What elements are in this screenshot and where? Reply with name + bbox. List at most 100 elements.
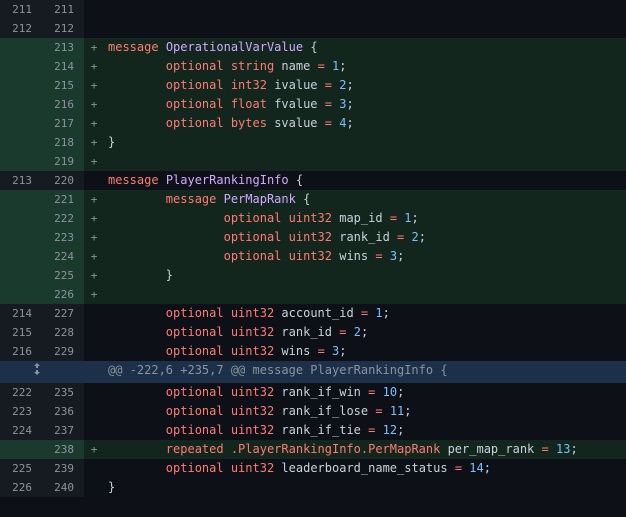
new-line-number[interactable]: 239 bbox=[42, 459, 84, 478]
old-line-number[interactable] bbox=[0, 247, 42, 266]
code-content[interactable]: optional uint32 account_id = 1; bbox=[104, 304, 626, 323]
new-line-number[interactable]: 213 bbox=[42, 38, 84, 57]
old-line-number[interactable]: 211 bbox=[0, 0, 42, 19]
new-line-number[interactable]: 212 bbox=[42, 19, 84, 38]
new-line-number[interactable]: 228 bbox=[42, 323, 84, 342]
code-content[interactable] bbox=[104, 0, 626, 19]
code-content[interactable]: } bbox=[104, 266, 626, 285]
code-content[interactable]: } bbox=[104, 133, 626, 152]
code-content[interactable]: } bbox=[104, 478, 626, 497]
old-line-number[interactable]: 212 bbox=[0, 19, 42, 38]
diff-line[interactable]: 238+ repeated .PlayerRankingInfo.PerMapR… bbox=[0, 440, 626, 459]
old-line-number[interactable]: 214 bbox=[0, 304, 42, 323]
diff-line[interactable]: 223236 optional uint32 rank_if_lose = 11… bbox=[0, 402, 626, 421]
old-line-number[interactable]: 215 bbox=[0, 323, 42, 342]
diff-line[interactable]: 222235 optional uint32 rank_if_win = 10; bbox=[0, 383, 626, 402]
code-content[interactable]: optional uint32 rank_id = 2; bbox=[104, 323, 626, 342]
code-content[interactable]: optional uint32 rank_if_tie = 12; bbox=[104, 421, 626, 440]
diff-line[interactable]: 212212 bbox=[0, 19, 626, 38]
old-line-number[interactable] bbox=[0, 440, 42, 459]
new-line-number[interactable]: 226 bbox=[42, 285, 84, 304]
diff-line[interactable]: 216+ optional float fvalue = 3; bbox=[0, 95, 626, 114]
new-line-number[interactable]: 224 bbox=[42, 247, 84, 266]
diff-line[interactable]: @@ -222,6 +235,7 @@ message PlayerRankin… bbox=[0, 361, 626, 383]
code-content[interactable]: optional float fvalue = 3; bbox=[104, 95, 626, 114]
old-line-number[interactable] bbox=[0, 76, 42, 95]
code-content[interactable]: message OperationalVarValue { bbox=[104, 38, 626, 57]
code-content[interactable] bbox=[104, 152, 626, 171]
diff-line[interactable]: 221+ message PerMapRank { bbox=[0, 190, 626, 209]
new-line-number[interactable]: 227 bbox=[42, 304, 84, 323]
diff-line[interactable]: 215228 optional uint32 rank_id = 2; bbox=[0, 323, 626, 342]
diff-line[interactable]: 213220 message PlayerRankingInfo { bbox=[0, 171, 626, 190]
code-content[interactable]: optional uint32 rank_if_win = 10; bbox=[104, 383, 626, 402]
new-line-number[interactable]: 214 bbox=[42, 57, 84, 76]
diff-line[interactable]: 225+ } bbox=[0, 266, 626, 285]
diff-line[interactable]: 226240} bbox=[0, 478, 626, 497]
new-line-number[interactable]: 211 bbox=[42, 0, 84, 19]
diff-line[interactable]: 223+ optional uint32 rank_id = 2; bbox=[0, 228, 626, 247]
code-content[interactable]: optional uint32 leaderboard_name_status … bbox=[104, 459, 626, 478]
old-line-number[interactable]: 225 bbox=[0, 459, 42, 478]
code-content[interactable]: optional string name = 1; bbox=[104, 57, 626, 76]
new-line-number[interactable]: 216 bbox=[42, 95, 84, 114]
code-content[interactable]: optional bytes svalue = 4; bbox=[104, 114, 626, 133]
diff-line[interactable]: 222+ optional uint32 map_id = 1; bbox=[0, 209, 626, 228]
new-line-number[interactable]: 240 bbox=[42, 478, 84, 497]
diff-line[interactable]: 216229 optional uint32 wins = 3; bbox=[0, 342, 626, 361]
old-line-number[interactable] bbox=[0, 209, 42, 228]
diff-line[interactable]: 214227 optional uint32 account_id = 1; bbox=[0, 304, 626, 323]
diff-line[interactable]: 225239 optional uint32 leaderboard_name_… bbox=[0, 459, 626, 478]
code-content[interactable]: optional uint32 map_id = 1; bbox=[104, 209, 626, 228]
old-line-number[interactable] bbox=[0, 285, 42, 304]
expand-hunk-button[interactable] bbox=[0, 361, 84, 383]
old-line-number[interactable] bbox=[0, 266, 42, 285]
old-line-number[interactable]: 224 bbox=[0, 421, 42, 440]
new-line-number[interactable]: 220 bbox=[42, 171, 84, 190]
diff-line[interactable]: 224237 optional uint32 rank_if_tie = 12; bbox=[0, 421, 626, 440]
new-line-number[interactable]: 215 bbox=[42, 76, 84, 95]
new-line-number[interactable]: 235 bbox=[42, 383, 84, 402]
new-line-number[interactable]: 223 bbox=[42, 228, 84, 247]
new-line-number[interactable]: 225 bbox=[42, 266, 84, 285]
diff-line[interactable]: 214+ optional string name = 1; bbox=[0, 57, 626, 76]
code-content[interactable]: message PlayerRankingInfo { bbox=[104, 171, 626, 190]
code-content[interactable]: message PerMapRank { bbox=[104, 190, 626, 209]
diff-line[interactable]: 224+ optional uint32 wins = 3; bbox=[0, 247, 626, 266]
code-content[interactable]: repeated .PlayerRankingInfo.PerMapRank p… bbox=[104, 440, 626, 459]
old-line-number[interactable] bbox=[0, 152, 42, 171]
old-line-number[interactable]: 222 bbox=[0, 383, 42, 402]
old-line-number[interactable] bbox=[0, 228, 42, 247]
diff-line[interactable]: 217+ optional bytes svalue = 4; bbox=[0, 114, 626, 133]
old-line-number[interactable] bbox=[0, 95, 42, 114]
diff-line[interactable]: 218+} bbox=[0, 133, 626, 152]
old-line-number[interactable]: 216 bbox=[0, 342, 42, 361]
code-content[interactable]: optional uint32 rank_id = 2; bbox=[104, 228, 626, 247]
new-line-number[interactable]: 237 bbox=[42, 421, 84, 440]
old-line-number[interactable] bbox=[0, 57, 42, 76]
diff-line[interactable]: 213+message OperationalVarValue { bbox=[0, 38, 626, 57]
new-line-number[interactable]: 219 bbox=[42, 152, 84, 171]
new-line-number[interactable]: 217 bbox=[42, 114, 84, 133]
diff-line[interactable]: 215+ optional int32 ivalue = 2; bbox=[0, 76, 626, 95]
code-content[interactable]: optional uint32 wins = 3; bbox=[104, 342, 626, 361]
old-line-number[interactable]: 226 bbox=[0, 478, 42, 497]
new-line-number[interactable]: 221 bbox=[42, 190, 84, 209]
old-line-number[interactable] bbox=[0, 114, 42, 133]
old-line-number[interactable]: 223 bbox=[0, 402, 42, 421]
old-line-number[interactable]: 213 bbox=[0, 171, 42, 190]
code-content[interactable]: optional int32 ivalue = 2; bbox=[104, 76, 626, 95]
code-content[interactable]: optional uint32 wins = 3; bbox=[104, 247, 626, 266]
code-content[interactable] bbox=[104, 19, 626, 38]
code-content[interactable] bbox=[104, 285, 626, 304]
new-line-number[interactable]: 218 bbox=[42, 133, 84, 152]
old-line-number[interactable] bbox=[0, 133, 42, 152]
old-line-number[interactable] bbox=[0, 38, 42, 57]
new-line-number[interactable]: 229 bbox=[42, 342, 84, 361]
new-line-number[interactable]: 238 bbox=[42, 440, 84, 459]
diff-line[interactable]: 211211 bbox=[0, 0, 626, 19]
diff-line[interactable]: 219+ bbox=[0, 152, 626, 171]
new-line-number[interactable]: 222 bbox=[42, 209, 84, 228]
new-line-number[interactable]: 236 bbox=[42, 402, 84, 421]
old-line-number[interactable] bbox=[0, 190, 42, 209]
